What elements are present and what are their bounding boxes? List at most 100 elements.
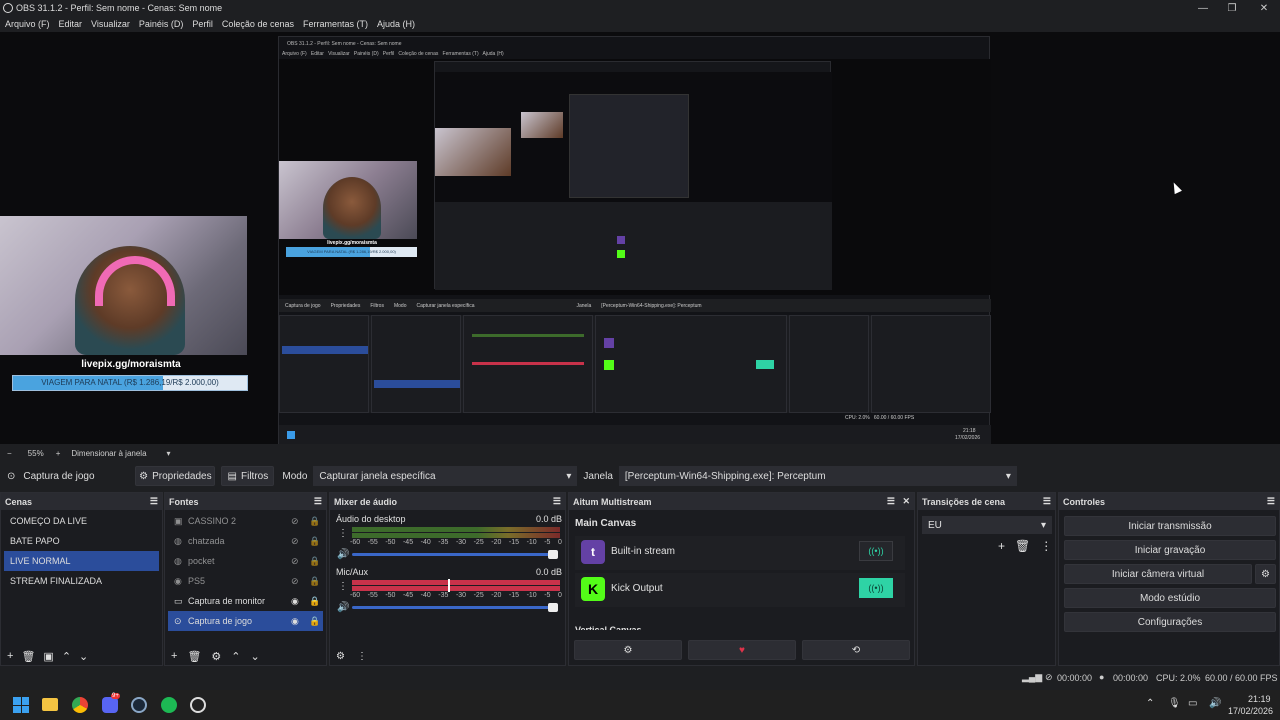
refresh-button[interactable]: ⟲: [802, 640, 910, 660]
settings-button[interactable]: Configurações: [1064, 612, 1276, 632]
lock-icon[interactable]: 🔒: [309, 576, 323, 587]
zoom-mode[interactable]: Dimensionar à janela: [71, 449, 146, 458]
channel-db: 0.0 dB: [535, 567, 562, 577]
move-up-button[interactable]: ⌃: [231, 650, 240, 663]
stream-toggle-button-active[interactable]: ((•)): [859, 578, 893, 598]
zoom-in-button[interactable]: +: [56, 449, 61, 458]
scene-item-selected[interactable]: LIVE NORMAL: [4, 551, 159, 571]
multistream-settings-button[interactable]: ⚙: [574, 640, 682, 660]
tray-chevron-icon[interactable]: ⌃: [1146, 698, 1154, 709]
remove-source-button[interactable]: 🗑: [187, 650, 201, 663]
chrome-icon[interactable]: [72, 697, 88, 713]
volume-meter: [352, 533, 560, 538]
maximize-button[interactable]: ❐: [1216, 0, 1248, 16]
network-tray-icon[interactable]: ▭: [1188, 698, 1197, 709]
lock-icon[interactable]: 🔒: [309, 516, 323, 527]
eye-off-icon[interactable]: ⊘: [291, 556, 309, 567]
filters-button[interactable]: ▤ Filtros: [221, 466, 275, 486]
scene-filters-button[interactable]: ▣: [43, 650, 53, 663]
taskbar-date[interactable]: 17/02/2026: [1228, 706, 1273, 716]
lock-icon[interactable]: 🔒: [309, 536, 323, 547]
advanced-audio-button[interactable]: ⚙: [336, 651, 345, 662]
volume-slider-knob[interactable]: [548, 603, 558, 612]
spotify-icon[interactable]: [161, 697, 177, 713]
eye-icon[interactable]: ◉: [291, 616, 309, 627]
dock-menu-icon[interactable]: ☰: [553, 496, 561, 507]
properties-button[interactable]: ⚙ Propriedades: [135, 466, 216, 486]
lock-icon[interactable]: 🔒: [309, 596, 323, 607]
file-explorer-icon[interactable]: [42, 698, 58, 711]
minimize-button[interactable]: —: [1187, 0, 1219, 16]
transition-menu-icon[interactable]: ⋮: [1040, 539, 1052, 553]
start-virtual-camera-button[interactable]: Iniciar câmera virtual: [1064, 564, 1252, 584]
dock-menu-icon[interactable]: ☰: [314, 496, 322, 507]
speaker-icon[interactable]: 🔊: [337, 549, 349, 560]
source-item[interactable]: ◉ PS5 ⊘ 🔒: [168, 571, 323, 591]
channel-menu-icon[interactable]: ⋮: [338, 581, 348, 592]
source-item-selected[interactable]: ⊙ Captura de jogo ◉ 🔒: [168, 611, 323, 631]
speaker-icon[interactable]: 🔊: [337, 602, 349, 613]
source-properties-button[interactable]: ⚙: [211, 650, 221, 663]
add-transition-button[interactable]: +: [998, 539, 1005, 553]
eye-off-icon[interactable]: ⊘: [291, 516, 309, 527]
obs-taskbar-icon[interactable]: [190, 697, 206, 713]
add-scene-button[interactable]: +: [7, 650, 13, 662]
zoom-mode-dropdown-icon[interactable]: ▾: [167, 449, 171, 458]
discord-icon[interactable]: 9+: [102, 693, 120, 713]
eye-off-icon[interactable]: ⊘: [291, 576, 309, 587]
dock-menu-icon[interactable]: ☰: [1043, 496, 1051, 507]
start-recording-button[interactable]: Iniciar gravação: [1064, 540, 1276, 560]
move-down-button[interactable]: ⌄: [251, 650, 260, 663]
source-item[interactable]: ◍ pocket ⊘ 🔒: [168, 551, 323, 571]
start-icon[interactable]: [13, 697, 29, 713]
lock-icon[interactable]: 🔒: [309, 556, 323, 567]
zoom-out-button[interactable]: −: [7, 449, 12, 458]
scale-tick: -50: [385, 592, 396, 599]
mode-select[interactable]: Capturar janela específica ▾: [313, 466, 578, 486]
transition-select[interactable]: EU ▾: [922, 516, 1052, 534]
dock-menu-icon[interactable]: ☰: [1267, 496, 1275, 507]
chevron-down-icon: ▾: [1040, 519, 1046, 531]
menu-arquivo[interactable]: Arquivo (F): [5, 19, 50, 29]
window-select[interactable]: [Perceptum-Win64-Shipping.exe]: Perceptu…: [618, 466, 1017, 486]
menu-visualizar[interactable]: Visualizar: [91, 19, 130, 29]
scene-item[interactable]: STREAM FINALIZADA: [4, 571, 159, 591]
taskbar-time[interactable]: 21:19: [1248, 694, 1271, 704]
heart-button[interactable]: ♥: [688, 640, 796, 660]
virtual-camera-settings-button[interactable]: ⚙: [1255, 564, 1276, 584]
eye-icon[interactable]: ◉: [291, 596, 309, 607]
menu-ajuda[interactable]: Ajuda (H): [377, 19, 415, 29]
studio-mode-button[interactable]: Modo estúdio: [1064, 588, 1276, 608]
add-source-button[interactable]: +: [171, 650, 177, 662]
menu-perfil[interactable]: Perfil: [192, 19, 213, 29]
menu-ferramentas[interactable]: Ferramentas (T): [303, 19, 368, 29]
eye-off-icon[interactable]: ⊘: [291, 536, 309, 547]
move-down-button[interactable]: ⌄: [79, 650, 88, 663]
source-item[interactable]: ▣ CASSINO 2 ⊘ 🔒: [168, 511, 323, 531]
volume-slider[interactable]: [352, 603, 558, 612]
steam-icon[interactable]: [131, 697, 147, 713]
start-streaming-button[interactable]: Iniciar transmissão: [1064, 516, 1276, 536]
move-up-button[interactable]: ⌃: [62, 650, 71, 663]
volume-slider-knob[interactable]: [548, 550, 558, 559]
stream-toggle-button[interactable]: ((•)): [859, 541, 893, 561]
volume-tray-icon[interactable]: 🔊: [1209, 698, 1221, 709]
source-item[interactable]: ◍ chatzada ⊘ 🔒: [168, 531, 323, 551]
menu-editar[interactable]: Editar: [59, 19, 83, 29]
volume-slider[interactable]: [352, 550, 558, 559]
source-item[interactable]: ▭ Captura de monitor ◉ 🔒: [168, 591, 323, 611]
close-icon[interactable]: ✕: [902, 496, 910, 506]
menu-colecao-cenas[interactable]: Coleção de cenas: [222, 19, 294, 29]
lock-icon[interactable]: 🔒: [309, 616, 323, 627]
remove-scene-button[interactable]: 🗑: [21, 650, 35, 663]
dock-menu-icon[interactable]: ☰: [150, 496, 158, 507]
channel-menu-icon[interactable]: ⋮: [338, 528, 348, 539]
scene-item[interactable]: COMEÇO DA LIVE: [4, 511, 159, 531]
remove-transition-button[interactable]: 🗑: [1015, 539, 1030, 553]
dock-menu-icon[interactable]: ☰: [887, 496, 895, 506]
close-button[interactable]: ✕: [1248, 0, 1280, 16]
menu-paineis[interactable]: Painéis (D): [139, 19, 184, 29]
scene-item[interactable]: BATE PAPO: [4, 531, 159, 551]
preview-canvas[interactable]: livepix.gg/moraismta VIAGEM PARA NATAL (…: [0, 32, 1280, 444]
mixer-menu-icon[interactable]: ⋮: [357, 651, 367, 662]
